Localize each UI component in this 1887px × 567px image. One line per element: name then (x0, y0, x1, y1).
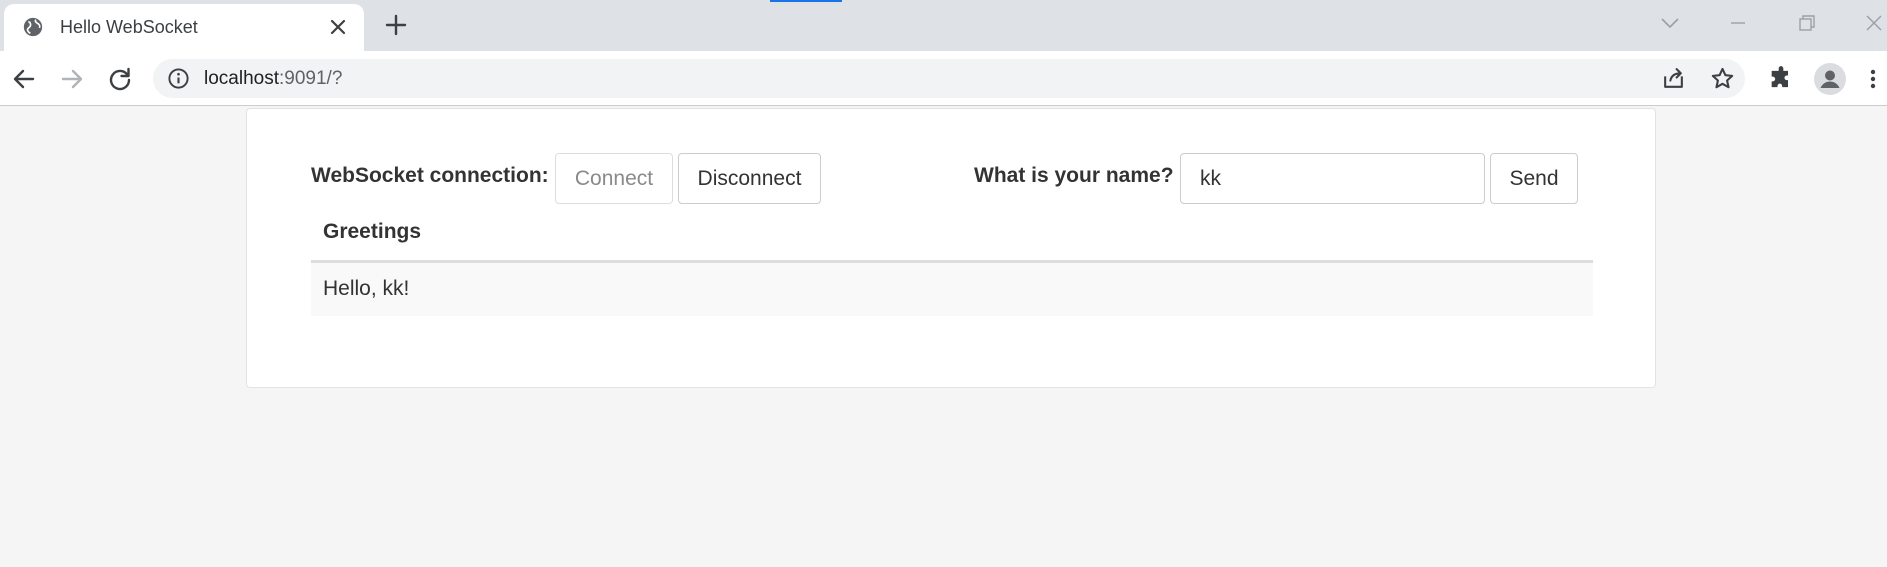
name-input[interactable] (1180, 153, 1485, 204)
name-label: What is your name? (974, 164, 1174, 187)
greetings-header-row: Greetings (311, 209, 1593, 263)
loading-indicator (770, 0, 842, 2)
close-icon[interactable] (326, 15, 350, 39)
disconnect-button[interactable]: Disconnect (678, 153, 821, 204)
greeting-message: Hello, kk! (311, 261, 1593, 316)
arrow-left-icon[interactable] (10, 65, 38, 93)
connection-label: WebSocket connection: (311, 164, 549, 187)
restore-icon[interactable] (1795, 11, 1819, 35)
address-path: :9091/? (279, 68, 343, 89)
share-icon[interactable] (1661, 66, 1686, 91)
send-button[interactable]: Send (1490, 153, 1578, 204)
star-icon[interactable] (1710, 66, 1735, 91)
connect-button[interactable]: Connect (555, 153, 673, 204)
tab-strip: Hello WebSocket (0, 0, 1887, 51)
address-url[interactable]: localhost:9091/? (204, 68, 342, 90)
browser-toolbar: localhost:9091/? (0, 51, 1887, 106)
main-panel: WebSocket connection: Connect Disconnect… (246, 108, 1656, 388)
avatar-icon[interactable] (1814, 63, 1846, 95)
greetings-table: Greetings Hello, kk! (311, 209, 1593, 316)
arrow-right-icon[interactable] (58, 65, 86, 93)
kebab-menu-icon[interactable] (1865, 65, 1881, 93)
minimize-icon[interactable] (1726, 11, 1750, 35)
puzzle-icon[interactable] (1767, 65, 1795, 93)
info-icon[interactable] (167, 67, 190, 90)
greetings-header: Greetings (311, 209, 1593, 263)
table-row: Hello, kk! (311, 261, 1593, 316)
chevron-down-icon[interactable] (1658, 11, 1682, 35)
browser-tab-active[interactable]: Hello WebSocket (4, 4, 364, 51)
page-viewport: WebSocket connection: Connect Disconnect… (0, 106, 1887, 567)
globe-icon (22, 16, 44, 38)
tab-title: Hello WebSocket (60, 17, 198, 37)
window-close-icon[interactable] (1862, 11, 1886, 35)
address-host: localhost (204, 68, 279, 89)
plus-icon[interactable] (382, 11, 410, 39)
address-bar[interactable]: localhost:9091/? (153, 59, 1745, 98)
reload-icon[interactable] (106, 65, 134, 93)
